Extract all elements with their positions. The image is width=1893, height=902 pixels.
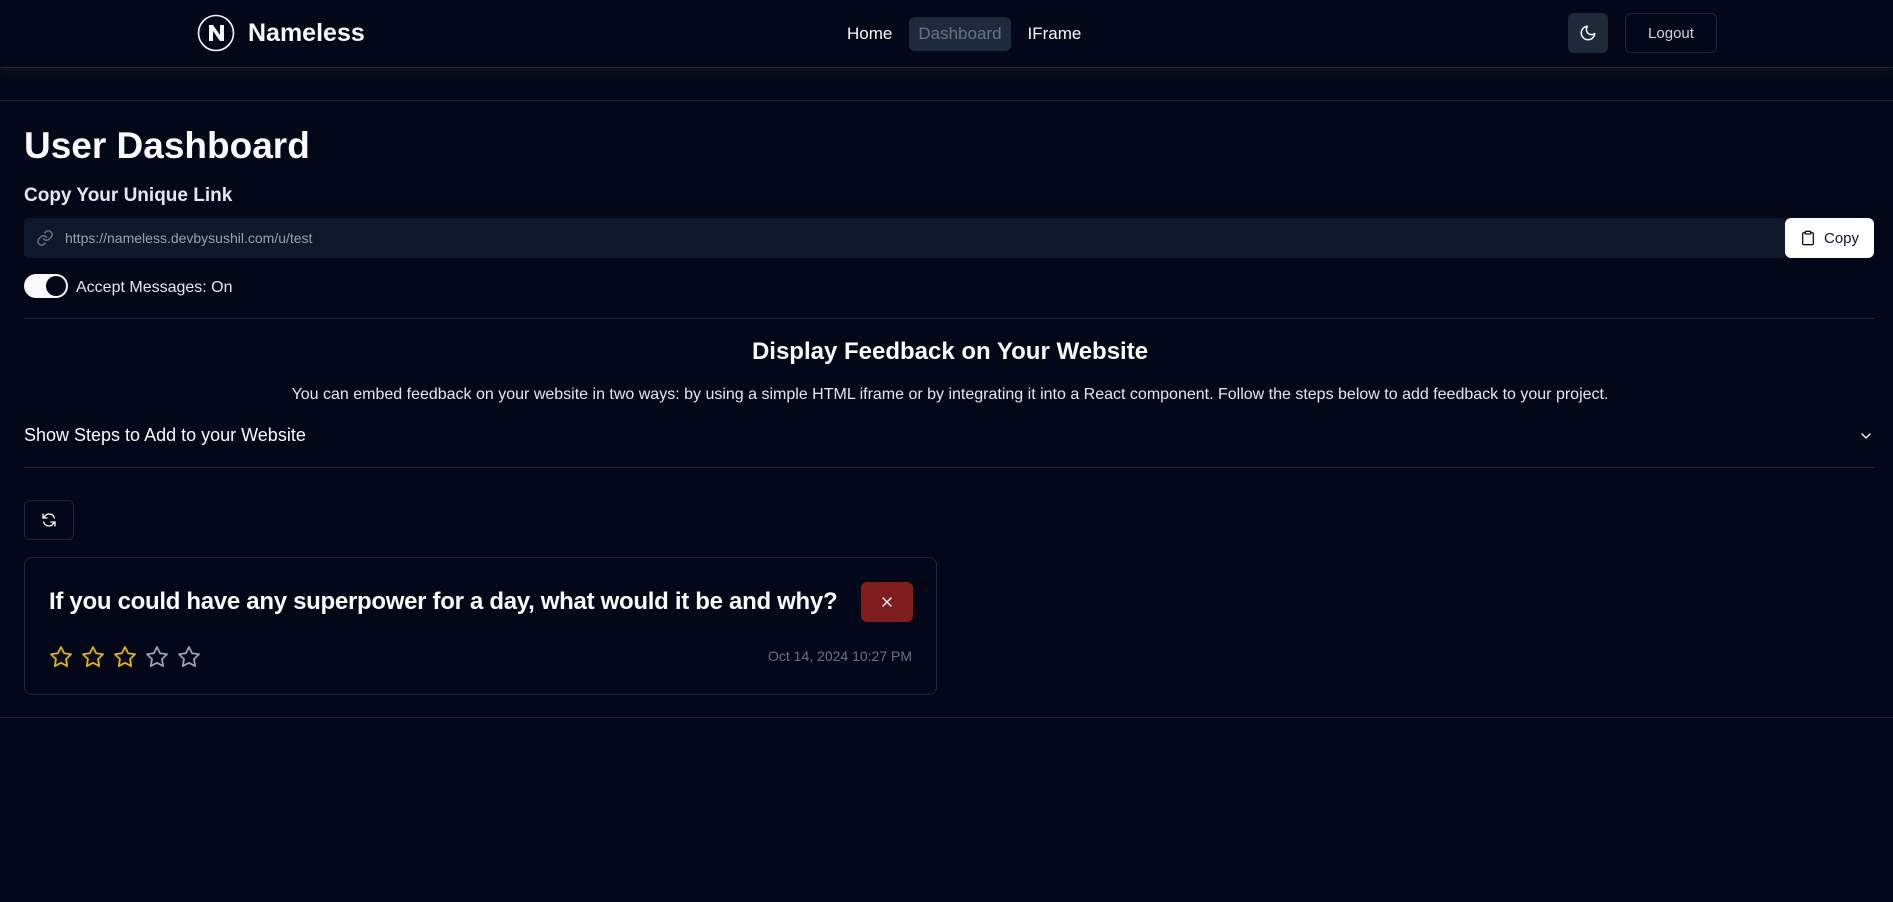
copy-link-heading: Copy Your Unique Link: [24, 185, 233, 206]
refresh-icon: [42, 513, 56, 527]
star-filled-icon: [50, 646, 72, 667]
nav-link-iframe[interactable]: IFrame: [1019, 17, 1091, 51]
page-title: User Dashboard: [24, 125, 310, 166]
switch-knob: [46, 276, 66, 296]
close-icon: [882, 597, 892, 607]
accept-messages-row: Accept Messages: On: [24, 274, 233, 298]
clipboard-icon: [1801, 230, 1814, 246]
section-divider: [24, 318, 1874, 319]
star-rating: [49, 645, 201, 669]
brand[interactable]: Nameless: [197, 14, 365, 52]
nav-link-home[interactable]: Home: [838, 17, 901, 51]
copy-button[interactable]: Copy: [1785, 218, 1874, 258]
copy-button-label: Copy: [1823, 229, 1860, 247]
unique-link-input[interactable]: [65, 230, 1785, 246]
steps-accordion-trigger[interactable]: Show Steps to Add to your Website: [24, 417, 1874, 468]
embed-title: Display Feedback on Your Website: [751, 338, 1149, 365]
logout-button[interactable]: Logout: [1625, 13, 1717, 53]
feedback-card: If you could have any superpower for a d…: [24, 557, 937, 695]
theme-toggle-button[interactable]: [1568, 13, 1608, 53]
unique-link-field: [24, 218, 1785, 258]
accept-messages-label: Accept Messages: On: [76, 279, 233, 296]
refresh-button[interactable]: [24, 500, 74, 540]
accordion-label: Show Steps to Add to your Website: [24, 425, 306, 445]
nameless-logo-icon: [197, 14, 235, 52]
star-filled-icon: [114, 646, 136, 667]
nav-links: Home Dashboard IFrame: [838, 17, 1098, 51]
feedback-question: If you could have any superpower for a d…: [49, 588, 838, 615]
brand-name: Nameless: [248, 18, 365, 47]
dashboard-main: User Dashboard Copy Your Unique Link Cop…: [0, 100, 1893, 718]
nav-link-dashboard[interactable]: Dashboard: [909, 17, 1011, 51]
navbar: Nameless Home Dashboard IFrame Logout: [0, 0, 1893, 68]
accept-messages-switch[interactable]: [24, 274, 68, 298]
star-empty-icon: [146, 646, 168, 667]
star-filled-icon: [82, 646, 104, 667]
delete-feedback-button[interactable]: [861, 582, 913, 622]
chevron-down-icon: [1861, 432, 1871, 439]
moon-icon: [1580, 25, 1596, 41]
star-empty-icon: [178, 646, 200, 667]
link-icon: [37, 230, 53, 246]
embed-description: You can embed feedback on your website i…: [291, 386, 1609, 403]
feedback-timestamp: Oct 14, 2024 10:27 PM: [768, 648, 912, 664]
